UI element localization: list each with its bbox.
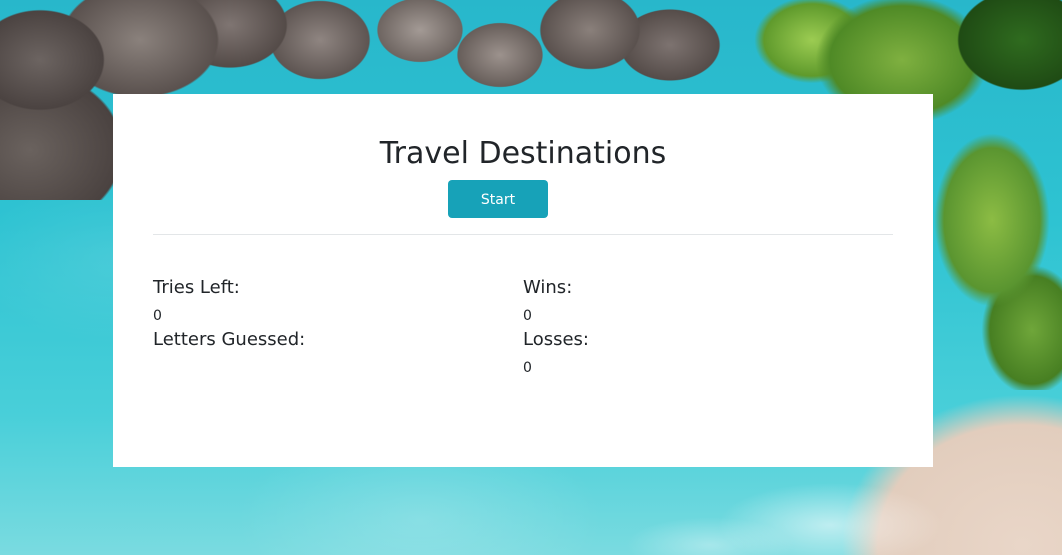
- game-card: Travel Destinations Start Tries Left: 0 …: [113, 94, 933, 467]
- page-title: Travel Destinations: [379, 136, 667, 171]
- stats-right-column: Wins: 0 Losses: 0: [523, 275, 893, 379]
- wins-value: 0: [523, 308, 532, 324]
- letters-guessed-value: [153, 353, 523, 379]
- stats-panel: Tries Left: 0 Letters Guessed: Wins: 0 L…: [153, 275, 893, 379]
- letters-guessed-label: Letters Guessed:: [153, 329, 306, 350]
- page: Travel Destinations Start Tries Left: 0 …: [0, 0, 1062, 555]
- start-button-wrap: Start: [153, 180, 893, 218]
- wins-label: Wins:: [523, 277, 573, 298]
- tries-left-label: Tries Left:: [153, 277, 240, 298]
- start-button[interactable]: Start: [448, 180, 548, 218]
- divider: [153, 234, 893, 235]
- losses-label: Losses:: [523, 329, 589, 350]
- tries-left-value: 0: [153, 308, 162, 324]
- stats-left-column: Tries Left: 0 Letters Guessed:: [153, 275, 523, 379]
- losses-value: 0: [523, 360, 532, 376]
- background-image-foam: [620, 455, 960, 555]
